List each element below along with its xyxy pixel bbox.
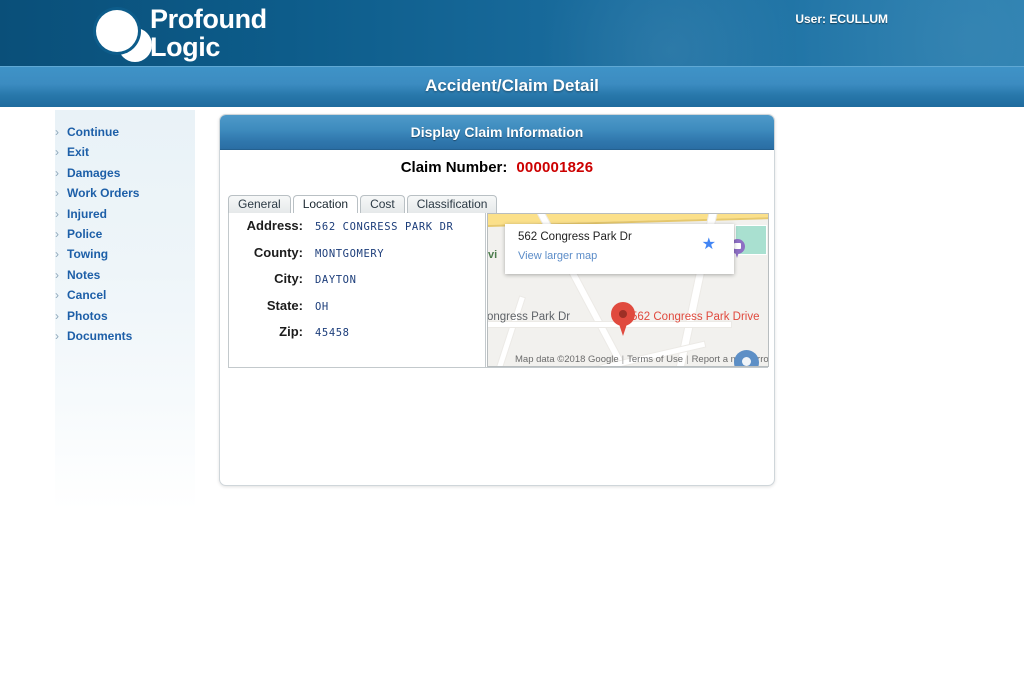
- pegman-icon[interactable]: [734, 350, 759, 367]
- map-info-card[interactable]: 562 Congress Park Dr View larger map ★: [505, 224, 734, 274]
- field-value-zip: 45458: [315, 327, 350, 339]
- sidebar-item-label: Towing: [67, 247, 109, 262]
- chevron-right-icon: ›: [55, 145, 59, 160]
- field-row: State: OH: [229, 293, 485, 320]
- user-label: User: ECULLUM: [795, 12, 888, 26]
- claim-number-label: Claim Number:: [400, 159, 508, 176]
- map-attribution: Map data ©2018 Google | Terms of Use | Repor…: [515, 354, 769, 365]
- sidebar-item-label: Damages: [67, 165, 121, 180]
- tab-location[interactable]: Location: [292, 195, 359, 214]
- map-marker-label: 562 Congress Park Drive: [631, 311, 760, 323]
- chevron-right-icon: ›: [55, 267, 59, 282]
- info-card-title: 562 Congress Park Dr: [518, 231, 632, 243]
- banner-sheen-right: [760, 0, 1024, 66]
- field-value-city: DAYTON: [315, 274, 357, 286]
- logo-text: Profound Logic: [150, 5, 267, 61]
- field-label-county: County:: [253, 244, 303, 260]
- tab-panel-location: Address: 562 CONGRESS PARK DR County: MONTG…: [228, 213, 769, 368]
- attribution-separator-1: |: [621, 354, 625, 365]
- chevron-right-icon: ›: [55, 226, 59, 241]
- star-icon[interactable]: ★: [702, 237, 716, 253]
- marker-dot: [619, 310, 627, 318]
- tab-label: Cost: [370, 197, 395, 211]
- claim-number-value: 000001826: [516, 159, 594, 176]
- sidebar-item-label: Documents: [67, 328, 133, 343]
- sidebar-nav: › Continue › Exit › Damages › Work Orders › Injur…: [55, 110, 195, 510]
- sidebar-item-label: Exit: [67, 145, 90, 160]
- page-title: Accident/Claim Detail: [425, 76, 599, 95]
- app-banner: Profound Logic User: ECULLUM: [0, 0, 1024, 66]
- field-row: County: MONTGOMERY: [229, 240, 485, 267]
- field-label-zip: Zip:: [279, 324, 303, 339]
- chevron-right-icon: ›: [55, 247, 59, 262]
- poi-pin-tip: [734, 249, 740, 258]
- sidebar-item-label: Police: [67, 226, 103, 241]
- sidebar-item-injured[interactable]: › Injured: [55, 204, 195, 224]
- attribution-mapdata: Map data ©2018 Google: [515, 354, 619, 365]
- profound-logic-logo: Profound Logic: [92, 4, 352, 64]
- field-label-address: Address:: [246, 218, 303, 233]
- field-value-state: OH: [315, 300, 329, 313]
- tab-general[interactable]: General: [228, 195, 291, 213]
- field-row: City: DAYTON: [229, 266, 485, 293]
- field-label-state: State:: [266, 297, 303, 313]
- sidebar-item-label: Photos: [67, 308, 108, 323]
- field-label-city: City:: [274, 271, 303, 286]
- sidebar-item-exit[interactable]: › Exit: [55, 142, 195, 162]
- view-larger-map-link[interactable]: View larger map: [518, 250, 597, 262]
- sidebar-item-label: Notes: [67, 267, 101, 282]
- claim-detail-panel: Display Claim Information Claim Number: 0…: [219, 114, 775, 486]
- attribution-terms-link[interactable]: Terms of Use: [627, 354, 683, 365]
- logo-circle-front-icon: [96, 10, 138, 52]
- chevron-right-icon: ›: [55, 186, 59, 201]
- logo-line-2: Logic: [150, 32, 220, 62]
- sidebar-item-work-orders[interactable]: › Work Orders: [55, 183, 195, 203]
- panel-header: Display Claim Information: [220, 115, 774, 150]
- page-title-bar: Accident/Claim Detail: [0, 66, 1024, 107]
- chevron-right-icon: ›: [55, 165, 59, 180]
- sidebar-item-continue[interactable]: › Continue: [55, 122, 195, 142]
- panel-header-title: Display Claim Information: [410, 124, 584, 140]
- tab-cost[interactable]: Cost: [360, 195, 405, 213]
- map-street-label: ongress Park Dr: [487, 311, 571, 323]
- tab-strip: General Location Cost Classification: [228, 195, 768, 214]
- sidebar-item-photos[interactable]: › Photos: [55, 306, 195, 326]
- tab-label: General: [238, 197, 281, 211]
- field-row: Address: 562 CONGRESS PARK DR: [229, 213, 485, 240]
- sidebar-item-damages[interactable]: › Damages: [55, 163, 195, 183]
- sidebar-item-police[interactable]: › Police: [55, 224, 195, 244]
- sidebar-item-documents[interactable]: › Documents: [55, 326, 195, 346]
- sidebar-item-label: Injured: [67, 206, 108, 221]
- location-fields: Address: 562 CONGRESS PARK DR County: MONTG…: [229, 213, 486, 367]
- poi-pin-inner: [734, 243, 741, 249]
- map-label-partial: vi: [488, 249, 498, 261]
- chevron-right-icon: ›: [55, 328, 59, 343]
- chevron-right-icon: ›: [55, 308, 59, 323]
- claim-number-row: Claim Number: 000001826: [220, 159, 774, 176]
- sidebar-item-towing[interactable]: › Towing: [55, 244, 195, 264]
- sidebar-item-label: Cancel: [67, 288, 107, 303]
- tab-classification[interactable]: Classification: [406, 195, 498, 213]
- sidebar-item-cancel[interactable]: › Cancel: [55, 285, 195, 305]
- tab-label: Location: [302, 197, 349, 211]
- sidebar-item-notes[interactable]: › Notes: [55, 265, 195, 285]
- attribution-separator-2: |: [686, 354, 689, 365]
- sidebar-item-label: Continue: [67, 125, 119, 139]
- chevron-right-icon: ›: [55, 206, 59, 221]
- field-row: Zip: 45458: [229, 319, 485, 346]
- sidebar-item-label: Work Orders: [67, 186, 140, 201]
- chevron-right-icon: ›: [55, 125, 59, 139]
- field-value-address: 562 CONGRESS PARK DR: [315, 221, 454, 233]
- field-value-county: MONTGOMERY: [315, 247, 385, 260]
- location-map[interactable]: vi 562 Congress Park Dr View larger map …: [487, 213, 769, 367]
- logo-line-1: Profound: [150, 4, 267, 34]
- chevron-right-icon: ›: [55, 288, 59, 303]
- tab-label: Classification: [416, 197, 488, 211]
